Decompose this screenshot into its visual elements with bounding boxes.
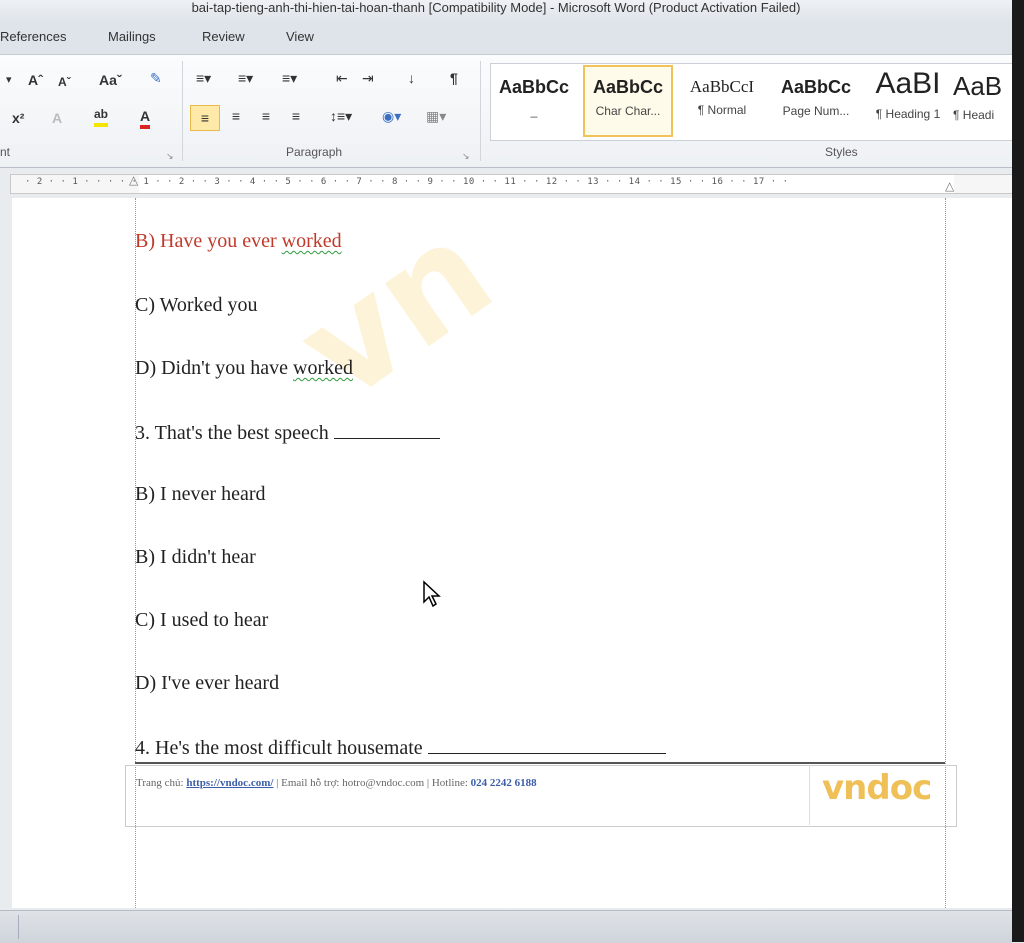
font-size-dropdown-icon[interactable]: ▾	[6, 71, 12, 89]
multilevel-list-icon[interactable]: ≡▾	[282, 69, 297, 87]
font-dialog-launcher-icon[interactable]: ↘	[166, 147, 174, 165]
footer-home-label: Trang chủ:	[136, 777, 187, 789]
style-sample: AaBbCcI	[689, 77, 755, 96]
indent-marker-icon[interactable]: △	[129, 173, 138, 187]
line-text: B) Have you ever	[135, 230, 282, 252]
answer-line[interactable]: D) Didn't you have worked	[135, 357, 353, 380]
footer-home-link[interactable]: https://vndoc.com/	[186, 777, 273, 789]
align-left-button[interactable]: ≡	[190, 105, 220, 131]
line-text: B) I never heard	[135, 483, 266, 505]
line-text: 3. That's the best speech	[135, 422, 334, 444]
status-bar	[0, 910, 1012, 943]
right-indent-marker-icon[interactable]: △	[945, 179, 954, 193]
style-sample: AaBbCc	[592, 77, 663, 97]
align-right-button[interactable]: ≡	[256, 107, 276, 125]
style-name: ¶ Heading 1	[875, 107, 941, 121]
answer-line[interactable]: D) I've ever heard	[135, 672, 279, 695]
line-text: B) I didn't hear	[135, 546, 256, 568]
title-bar: bai-tap-tieng-anh-thi-hien-tai-hoan-than…	[0, 0, 1012, 23]
status-separator	[18, 915, 19, 939]
paragraph-dialog-launcher-icon[interactable]: ↘	[462, 147, 470, 165]
tab-references[interactable]: References	[0, 29, 66, 44]
footer-hotline: 024 2242 6188	[470, 777, 537, 789]
style-name: ¶ Headi	[953, 108, 995, 122]
paragraph-group-label: Paragraph	[286, 145, 343, 159]
style-sample: AaB	[953, 71, 1003, 101]
line-text: D) Didn't you have	[135, 357, 294, 379]
footer-separator	[809, 765, 810, 825]
style-name: ¶ Normal	[697, 103, 747, 117]
horizontal-ruler[interactable]: · 2 · · 1 · · · · · 1 · · 2 · · 3 · · 4 …	[10, 173, 1014, 194]
style-sample: AaBbCc	[780, 77, 851, 97]
answer-line[interactable]: C) Worked you	[135, 294, 257, 317]
ribbon: ▾ Aˆ Aˇ Aaˇ ✎ x² A ab A nt ↘ ≡▾ ≡▾ ≡▾ ⇤ …	[0, 54, 1014, 168]
answer-line[interactable]: C) I used to hear	[135, 609, 268, 632]
show-marks-icon[interactable]: ¶	[450, 69, 458, 87]
clear-formatting-icon[interactable]: ✎	[150, 69, 162, 87]
style-sample: AaBI	[875, 67, 941, 100]
superscript-button[interactable]: x²	[12, 109, 24, 127]
line-text: C) I used to hear	[135, 609, 269, 631]
footer-text: Trang chủ: https://vndoc.com/ | Email hỗ…	[136, 777, 537, 789]
line-word: worked	[293, 357, 354, 379]
highlight-button[interactable]: ab	[94, 105, 109, 127]
change-case-button[interactable]: Aaˇ	[99, 71, 122, 89]
style-item-selected[interactable]: AaBbCc Char Char...	[583, 65, 673, 137]
vndoc-logo: vndoc	[822, 768, 932, 808]
style-item[interactable]: AaBbCc _	[491, 67, 577, 135]
font-color-button[interactable]: A	[140, 107, 151, 129]
justify-button[interactable]: ≡	[286, 107, 306, 125]
group-separator	[480, 61, 481, 161]
answer-blank	[333, 420, 440, 439]
borders-icon[interactable]: ▦▾	[426, 107, 446, 125]
line-text: D) I've ever heard	[135, 672, 280, 694]
question-line[interactable]: 4. He's the most difficult housemate	[135, 735, 666, 760]
line-text: C) Worked you	[135, 294, 258, 316]
footer-divider	[135, 762, 945, 764]
style-item[interactable]: AaBI ¶ Heading 1	[865, 67, 951, 135]
bullets-icon[interactable]: ≡▾	[196, 69, 211, 87]
font-group-label: nt	[0, 145, 11, 159]
tab-review[interactable]: Review	[202, 29, 245, 44]
answer-blank	[427, 735, 666, 754]
style-name: Char Char...	[595, 104, 661, 118]
shading-icon[interactable]: ◉▾	[382, 107, 401, 125]
question-line[interactable]: 3. That's the best speech	[135, 420, 440, 445]
answer-line[interactable]: B) I didn't hear	[135, 546, 256, 569]
text-effects-icon[interactable]: A	[52, 109, 62, 127]
grow-font-button[interactable]: Aˆ	[28, 71, 43, 89]
ribbon-tabs: References Mailings Review View	[0, 22, 1012, 54]
styles-group-label: Styles	[825, 145, 858, 159]
shrink-font-button[interactable]: Aˇ	[58, 73, 71, 91]
style-sample: AaBbCc	[498, 77, 569, 97]
window-title: bai-tap-tieng-anh-thi-hien-tai-hoan-than…	[191, 0, 801, 15]
style-item[interactable]: AaBbCc Page Num...	[773, 67, 859, 135]
tab-view[interactable]: View	[286, 29, 314, 44]
sort-icon[interactable]: ↓	[408, 69, 415, 87]
tab-mailings[interactable]: Mailings	[108, 29, 156, 44]
style-item[interactable]: AaB ¶ Headi	[953, 67, 1013, 135]
style-item[interactable]: AaBbCcI ¶ Normal	[679, 67, 765, 135]
screen-edge	[1012, 0, 1024, 942]
style-name: Page Num...	[782, 104, 850, 118]
answer-line[interactable]: B) I never heard	[135, 483, 266, 506]
styles-gallery: AaBbCc _ AaBbCc Char Char... AaBbCcI ¶ N…	[490, 63, 1014, 141]
increase-indent-icon[interactable]: ⇥	[362, 69, 374, 87]
style-name: _	[530, 104, 538, 118]
answer-line[interactable]: B) Have you ever worked	[135, 230, 342, 253]
numbering-icon[interactable]: ≡▾	[238, 69, 253, 87]
mouse-cursor-icon	[423, 580, 441, 608]
align-center-button[interactable]: ≡	[226, 107, 246, 125]
line-word: worked	[281, 230, 342, 252]
decrease-indent-icon[interactable]: ⇤	[336, 69, 348, 87]
footer-contact: | Email hỗ trợ: hotro@vndoc.com | Hotlin…	[273, 777, 471, 789]
line-spacing-icon[interactable]: ↕≡▾	[330, 107, 352, 125]
group-separator	[182, 61, 183, 161]
ruler-labels: · 2 · · 1 · · · · · 1 · · 2 · · 3 · · 4 …	[25, 177, 789, 187]
line-text: 4. He's the most difficult housemate	[135, 737, 428, 759]
